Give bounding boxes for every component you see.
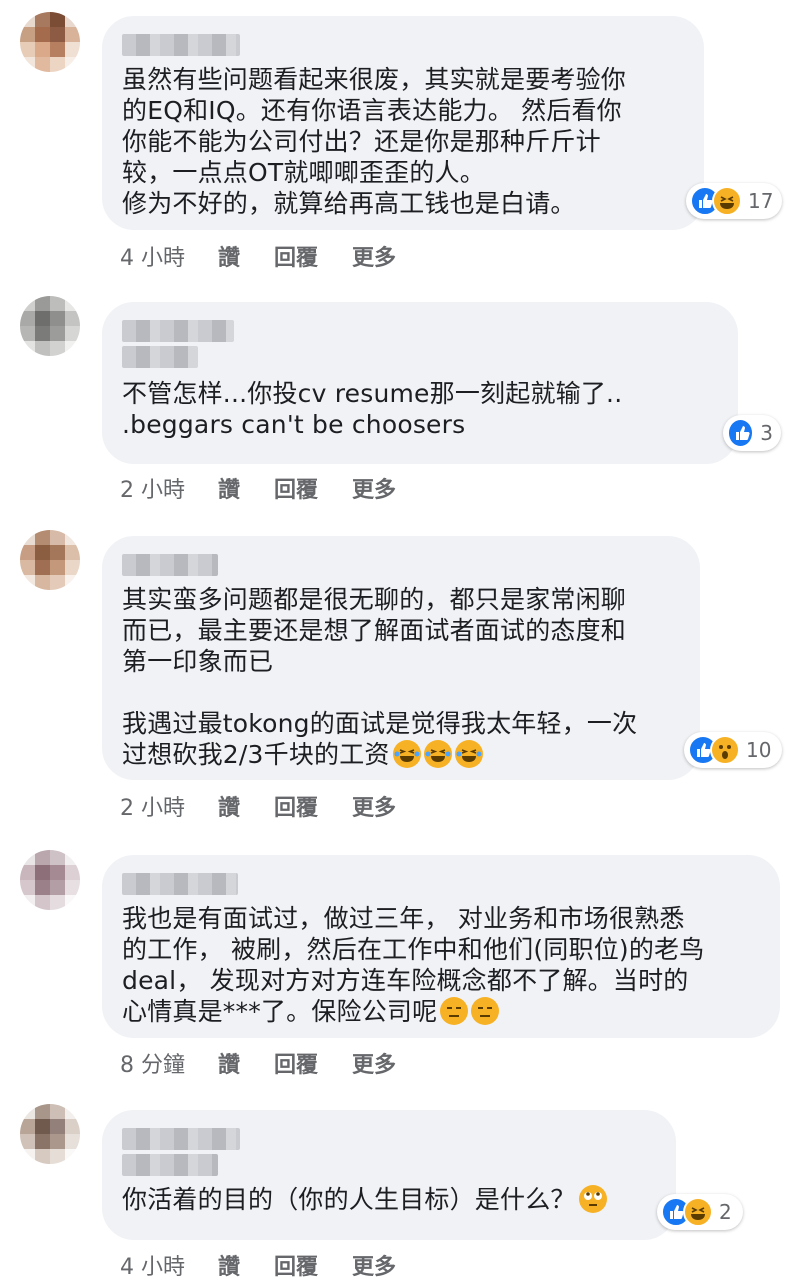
commenter-name[interactable] [122,873,238,895]
avatar[interactable] [20,296,80,356]
comment-time[interactable]: 4 小時 [120,240,218,272]
reaction-count: 17 [748,189,774,213]
commenter-name-line2 [122,1154,218,1176]
comment-time[interactable]: 8 分鐘 [120,1047,218,1079]
reaction-summary[interactable]: 3 [723,415,781,451]
avatar[interactable] [20,850,80,910]
more-button[interactable]: 更多 [352,1249,396,1281]
like-button[interactable]: 讚 [218,790,240,822]
eye-roll-emoji [578,1185,607,1213]
comment-text: 我也是有面试过，做过三年， 对业务和市场很熟悉 的工作， 被刷，然后在工作中和他… [122,903,760,1027]
like-button[interactable]: 讚 [218,472,240,504]
like-icon [727,418,755,448]
reaction-count: 2 [719,1200,732,1224]
haha-icon [683,1197,713,1227]
commenter-name[interactable] [122,1128,240,1150]
more-button[interactable]: 更多 [352,1047,396,1079]
reply-button[interactable]: 回覆 [274,1047,318,1079]
commenter-name[interactable] [122,554,218,576]
comment-bubble: 你活着的目的（你的人生目标）是什么？ [102,1110,676,1240]
tears-of-joy-emoji [454,740,483,768]
wow-icon [710,735,740,765]
commenter-name[interactable] [122,34,240,56]
tears-of-joy-emoji [423,740,452,768]
tears-of-joy-emoji [392,740,421,768]
like-button[interactable]: 讚 [218,1047,240,1079]
avatar[interactable] [20,530,80,590]
haha-icon [712,186,742,216]
comment-text: 不管怎样...你投cv resume那一刻起就输了.. .beggars can… [122,379,623,439]
comment-actions: 4 小時 讚 回覆 更多 [120,1249,430,1281]
reaction-count: 10 [746,738,772,762]
like-button[interactable]: 讚 [218,240,240,272]
comment-time[interactable]: 4 小時 [120,1249,218,1281]
comment-text: 虽然有些问题看起来很废，其实就是要考验你 的EQ和IQ。还有你语言表达能力。 然… [122,65,627,218]
comment-actions: 4 小時 讚 回覆 更多 [120,240,430,272]
comment-bubble: 我也是有面试过，做过三年， 对业务和市场很熟悉 的工作， 被刷，然后在工作中和他… [102,855,780,1038]
comment-actions: 2 小時 讚 回覆 更多 [120,472,430,504]
more-button[interactable]: 更多 [352,790,396,822]
commenter-name-line2 [122,346,198,368]
reply-button[interactable]: 回覆 [274,240,318,272]
comment-bubble: 虽然有些问题看起来很废，其实就是要考验你 的EQ和IQ。还有你语言表达能力。 然… [102,16,704,230]
reply-button[interactable]: 回覆 [274,1249,318,1281]
comment-text-body: 其实蛮多问题都是很无聊的，都只是家常闲聊 而已，最主要还是想了解面试者面试的态度… [122,585,638,769]
reply-button[interactable]: 回覆 [274,790,318,822]
comment-text: 其实蛮多问题都是很无聊的，都只是家常闲聊 而已，最主要还是想了解面试者面试的态度… [122,584,680,770]
reaction-summary[interactable]: 10 [684,732,782,768]
expressionless-emoji [440,997,469,1025]
comment-text: 你活着的目的（你的人生目标）是什么？ [122,1184,656,1215]
like-button[interactable]: 讚 [218,1249,240,1281]
comment-actions: 8 分鐘 讚 回覆 更多 [120,1047,430,1079]
avatar[interactable] [20,12,80,72]
comment-time[interactable]: 2 小時 [120,790,218,822]
avatar[interactable] [20,1104,80,1164]
reaction-summary[interactable]: 2 [657,1194,743,1230]
commenter-name[interactable] [122,320,234,342]
reply-button[interactable]: 回覆 [274,472,318,504]
comment-actions: 2 小時 讚 回覆 更多 [120,790,430,822]
reaction-count: 3 [760,421,773,445]
expressionless-emoji [471,997,500,1025]
comment-bubble: 其实蛮多问题都是很无聊的，都只是家常闲聊 而已，最主要还是想了解面试者面试的态度… [102,536,700,780]
more-button[interactable]: 更多 [352,240,396,272]
comment-time[interactable]: 2 小時 [120,472,218,504]
reaction-summary[interactable]: 17 [686,183,782,219]
comment-text-body: 你活着的目的（你的人生目标）是什么？ [122,1185,576,1214]
more-button[interactable]: 更多 [352,472,396,504]
comment-text-body: 我也是有面试过，做过三年， 对业务和市场很熟悉 的工作， 被刷，然后在工作中和他… [122,904,705,1026]
comment-bubble: 不管怎样...你投cv resume那一刻起就输了.. .beggars can… [102,302,738,464]
